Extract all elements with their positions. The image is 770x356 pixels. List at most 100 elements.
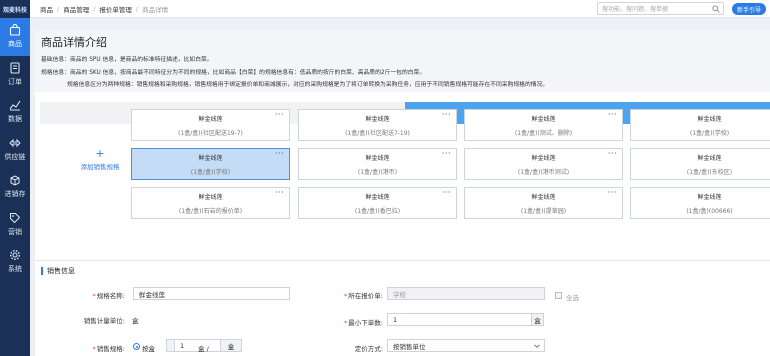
logo: 观麦科技	[2, 6, 27, 14]
plus-icon: +	[95, 146, 105, 160]
spec-card[interactable]: ···鲜金线莲(1盒/盒)(00666)	[630, 187, 770, 219]
sidebar-item-label: 供应链	[4, 152, 26, 161]
sidebar-item-label: 营销	[8, 227, 22, 236]
breadcrumb: 商品 / 商品管理 / 报价单管理 / 商品详情	[40, 4, 169, 14]
more-icon[interactable]: ···	[275, 150, 284, 158]
spec-card-unit: (1盒/盒)(学校)	[190, 168, 231, 176]
breadcrumb-item[interactable]: 商品管理	[63, 4, 89, 14]
chart-icon	[9, 100, 21, 111]
more-icon[interactable]: ···	[608, 111, 617, 119]
pricing-label: 定价方式:	[354, 345, 383, 353]
spec-card-unit: (1盒/盒)(香巴拉)	[354, 207, 401, 215]
spec-card-name: 鲜金线莲	[531, 154, 556, 162]
breadcrumb-current: 商品详情	[142, 5, 169, 14]
spec-card-unit: (1盒/盒)(港币)	[357, 168, 398, 176]
bag-icon	[9, 24, 21, 36]
select-all-checkbox[interactable]	[555, 292, 562, 299]
breadcrumb-item[interactable]: 报价单管理	[99, 4, 132, 14]
divider	[35, 260, 770, 261]
by-box-label: 按盒	[142, 345, 155, 353]
min-order-unit: 盒	[531, 313, 544, 326]
spec-card-name: 鲜金线莲	[365, 154, 390, 162]
intro-line: 基础信息：商品的 SPU 信息，是商品的标准特征描述，比如白菜。	[41, 57, 213, 63]
spec-card[interactable]: ··· 鲜金线莲 (1盒/盒)(提草园)	[464, 187, 623, 219]
spec-unit-text: 盒 /	[198, 345, 209, 353]
supply-chain-icon	[9, 138, 21, 147]
spec-card[interactable]: ···鲜金线莲(1盒/盒)(学校)	[630, 109, 770, 141]
tag-icon	[10, 212, 21, 223]
top-bar: 商品 / 商品管理 / 报价单管理 / 商品详情 搜功能、搜问题、搜单据 新手引导	[30, 0, 770, 18]
sidebar-item-product[interactable]: 商品	[0, 18, 30, 56]
spec-card-unit: (1盒/盒)(社区配送7-19)	[345, 129, 410, 137]
sidebar-item-inventory[interactable]: 进销存	[0, 168, 30, 206]
gear-icon	[9, 250, 21, 261]
spec-card-unit: (1盒/盒)(石岩的报价单)	[178, 207, 243, 215]
spec-card[interactable]: ··· 鲜金线莲 (1盒/盒)(港币测试)	[464, 148, 623, 180]
spec-card-unit: (1盒/盒)(提草园)	[520, 207, 567, 215]
spec-card-name: 鲜金线莲	[531, 193, 556, 201]
page-title: 商品详情介绍	[41, 36, 107, 49]
spec-card-name: 鲜金线莲	[365, 193, 390, 201]
spec-unit-addon: 盒	[220, 339, 242, 352]
sale-unit-value: 盒	[132, 317, 139, 325]
search-icon[interactable]	[712, 5, 720, 13]
guide-button[interactable]: 新手引导	[732, 3, 766, 15]
spec-card-unit: (1盒/盒)(00666)	[686, 207, 733, 215]
main-content: 商品详情介绍 基础信息：商品的 SPU 信息，是商品的标准特征描述，比如白菜。 …	[35, 30, 770, 356]
spec-card-unit: (1盒/盒)(学校)	[689, 129, 730, 137]
spec-card-name: 鲜金线莲	[198, 115, 223, 123]
spec-card[interactable]: ··· 鲜金线莲 (1盒/盒)(港币)	[298, 148, 457, 180]
sidebar-item-data[interactable]: 数据	[0, 93, 30, 131]
spec-card-name: 鲜金线莲	[198, 154, 223, 162]
spec-card-unit: (1盒/盒)(港币测试)	[517, 168, 570, 176]
more-icon[interactable]: ···	[442, 150, 451, 158]
min-order-input[interactable]: 1	[387, 313, 532, 326]
spec-card[interactable]: ··· 鲜金线莲 (1盒/盒)(社区配送19-7)	[131, 109, 290, 141]
spec-card-unit: (1盒/盒)(东校区)	[686, 168, 733, 176]
sidebar-item-label: 商品	[8, 40, 22, 49]
order-icon	[10, 62, 20, 74]
search-placeholder: 搜功能、搜问题、搜单据	[602, 6, 669, 13]
search-input[interactable]: 搜功能、搜问题、搜单据	[597, 2, 724, 15]
pricing-select[interactable]: 按销售单位	[387, 339, 545, 352]
spec-card-name: 鲜金线莲	[365, 115, 390, 123]
breadcrumb-item[interactable]: 商品	[40, 4, 53, 14]
spec-card[interactable]: ···鲜金线莲(1盒/盒)(东校区)	[630, 148, 770, 180]
more-icon[interactable]: ···	[608, 150, 617, 158]
section-title: 销售信息	[41, 266, 75, 276]
quote-label: *所在报价单:	[344, 292, 383, 300]
by-box-radio[interactable]	[133, 343, 140, 350]
sidebar-item-marketing[interactable]: 营销	[0, 206, 30, 244]
sidebar-item-system[interactable]: 系统	[0, 243, 30, 281]
more-icon[interactable]: ···	[275, 189, 284, 197]
intro-panel: 商品详情介绍 基础信息：商品的 SPU 信息，是商品的标准特征描述，比如白菜。 …	[35, 30, 770, 92]
spec-name-label: *规格名称:	[92, 292, 125, 300]
pricing-value: 按销售单位	[393, 342, 426, 351]
sale-unit-label: 销售计量单位:	[83, 317, 125, 325]
sidebar-item-order[interactable]: 订单	[0, 56, 30, 94]
spec-card[interactable]: ··· 鲜金线莲 (1盒/盒)(测试、删除)	[464, 109, 623, 141]
more-icon[interactable]: ···	[608, 189, 617, 197]
sidebar-item-label: 系统	[8, 265, 22, 274]
spec-card[interactable]: ··· 鲜金线莲 (1盒/盒)(石岩的报价单)	[131, 187, 290, 219]
spec-card-name: 鲜金线莲	[697, 193, 722, 201]
min-order-label: *最小下单数:	[344, 319, 383, 327]
sidebar-item-label: 进销存	[4, 190, 26, 199]
spec-card-name: 鲜金线莲	[697, 154, 722, 162]
spec-card[interactable]: ··· 鲜金线莲 (1盒/盒)(学校)	[131, 148, 290, 180]
more-icon[interactable]: ···	[275, 111, 284, 119]
add-sales-spec-label: 添加销售规格	[80, 162, 120, 171]
quote-input: 学校	[387, 287, 545, 300]
sidebar: 观麦科技 商品 订单 数据 供应链 进销存 营销 系统	[0, 0, 30, 356]
sidebar-item-supply-chain[interactable]: 供应链	[0, 131, 30, 169]
spec-card[interactable]: ··· 鲜金线莲 (1盒/盒)(香巴拉)	[298, 187, 457, 219]
spec-card-unit: (1盒/盒)(社区配送19-7)	[178, 129, 243, 137]
more-icon[interactable]: ···	[442, 189, 451, 197]
intro-line: 规格信息区分为两种规格：销售规格和采购规格，销售规格用于绑定报价单和商城展示，对…	[67, 82, 549, 88]
inventory-icon	[10, 175, 20, 186]
spec-card-name: 鲜金线莲	[697, 115, 722, 123]
section-title-text: 销售信息	[47, 267, 75, 275]
more-icon[interactable]: ···	[442, 111, 451, 119]
spec-name-input[interactable]: 鲜金线莲	[133, 287, 290, 300]
spec-card[interactable]: ··· 鲜金线莲 (1盒/盒)(社区配送7-19)	[298, 109, 457, 141]
